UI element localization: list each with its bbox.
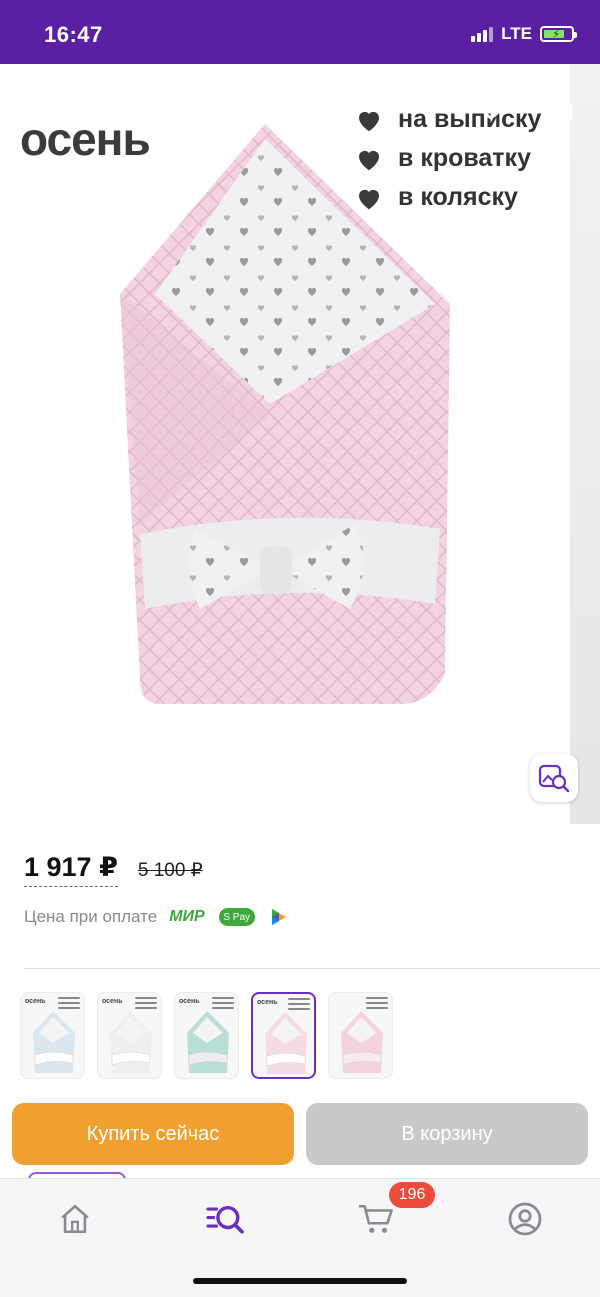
sbp-icon <box>271 909 286 925</box>
visual-search-button[interactable] <box>530 754 578 802</box>
home-indicator <box>193 1278 407 1284</box>
back-icon[interactable] <box>20 90 54 124</box>
tab-home[interactable] <box>53 1197 97 1241</box>
thumbnail-image <box>33 1011 75 1073</box>
price-row: 1 917 ₽ 5 100 ₽ <box>24 852 203 887</box>
home-icon <box>61 1204 89 1234</box>
image-search-icon <box>538 764 570 793</box>
thumbnail-image <box>187 1011 229 1073</box>
battery-icon: ⚡ <box>540 26 577 42</box>
tab-catalog[interactable] <box>203 1197 247 1241</box>
variant-thumbnail[interactable]: осень <box>251 992 316 1079</box>
divider <box>24 968 600 969</box>
thumbnail-image <box>341 1011 383 1073</box>
favorite-icon[interactable] <box>472 88 510 124</box>
add-to-cart-button[interactable]: В корзину <box>306 1103 588 1165</box>
variant-thumbnails: осень осень осень осень <box>20 992 393 1079</box>
status-time: 16:47 <box>44 22 103 47</box>
signal-icon <box>471 26 494 42</box>
product-image <box>120 124 450 704</box>
variant-thumbnail[interactable]: осень <box>174 992 239 1079</box>
current-price[interactable]: 1 917 ₽ <box>24 852 118 887</box>
thumbnail-image <box>265 1012 307 1074</box>
cart-icon <box>359 1204 393 1233</box>
mir-logo: МИР <box>169 908 205 925</box>
profile-icon <box>508 1202 542 1236</box>
thumbnail-image <box>110 1011 152 1073</box>
variant-thumbnail[interactable]: осень <box>97 992 162 1079</box>
variant-thumbnail[interactable]: осень <box>20 992 85 1079</box>
next-image-peek <box>570 64 600 824</box>
status-indicators: LTE ⚡ <box>471 24 577 44</box>
catalog-search-icon <box>206 1205 244 1234</box>
old-price: 5 100 ₽ <box>137 860 203 881</box>
payment-methods: Цена при оплате МИР S Pay <box>24 907 289 927</box>
buy-now-button[interactable]: Купить сейчас <box>12 1103 294 1165</box>
cart-count-badge: 196 <box>389 1182 435 1208</box>
network-type: LTE <box>501 24 532 43</box>
status-bar: 16:47 LTE ⚡ <box>0 0 600 64</box>
product-image-gallery[interactable]: осень на выписку в кроватку в коляску <box>0 64 600 824</box>
pay-label: Цена при оплате <box>24 907 158 926</box>
tab-profile[interactable] <box>503 1197 547 1241</box>
spay-logo: S Pay <box>218 908 255 926</box>
share-icon[interactable] <box>544 86 580 126</box>
variant-thumbnail[interactable] <box>328 992 393 1079</box>
